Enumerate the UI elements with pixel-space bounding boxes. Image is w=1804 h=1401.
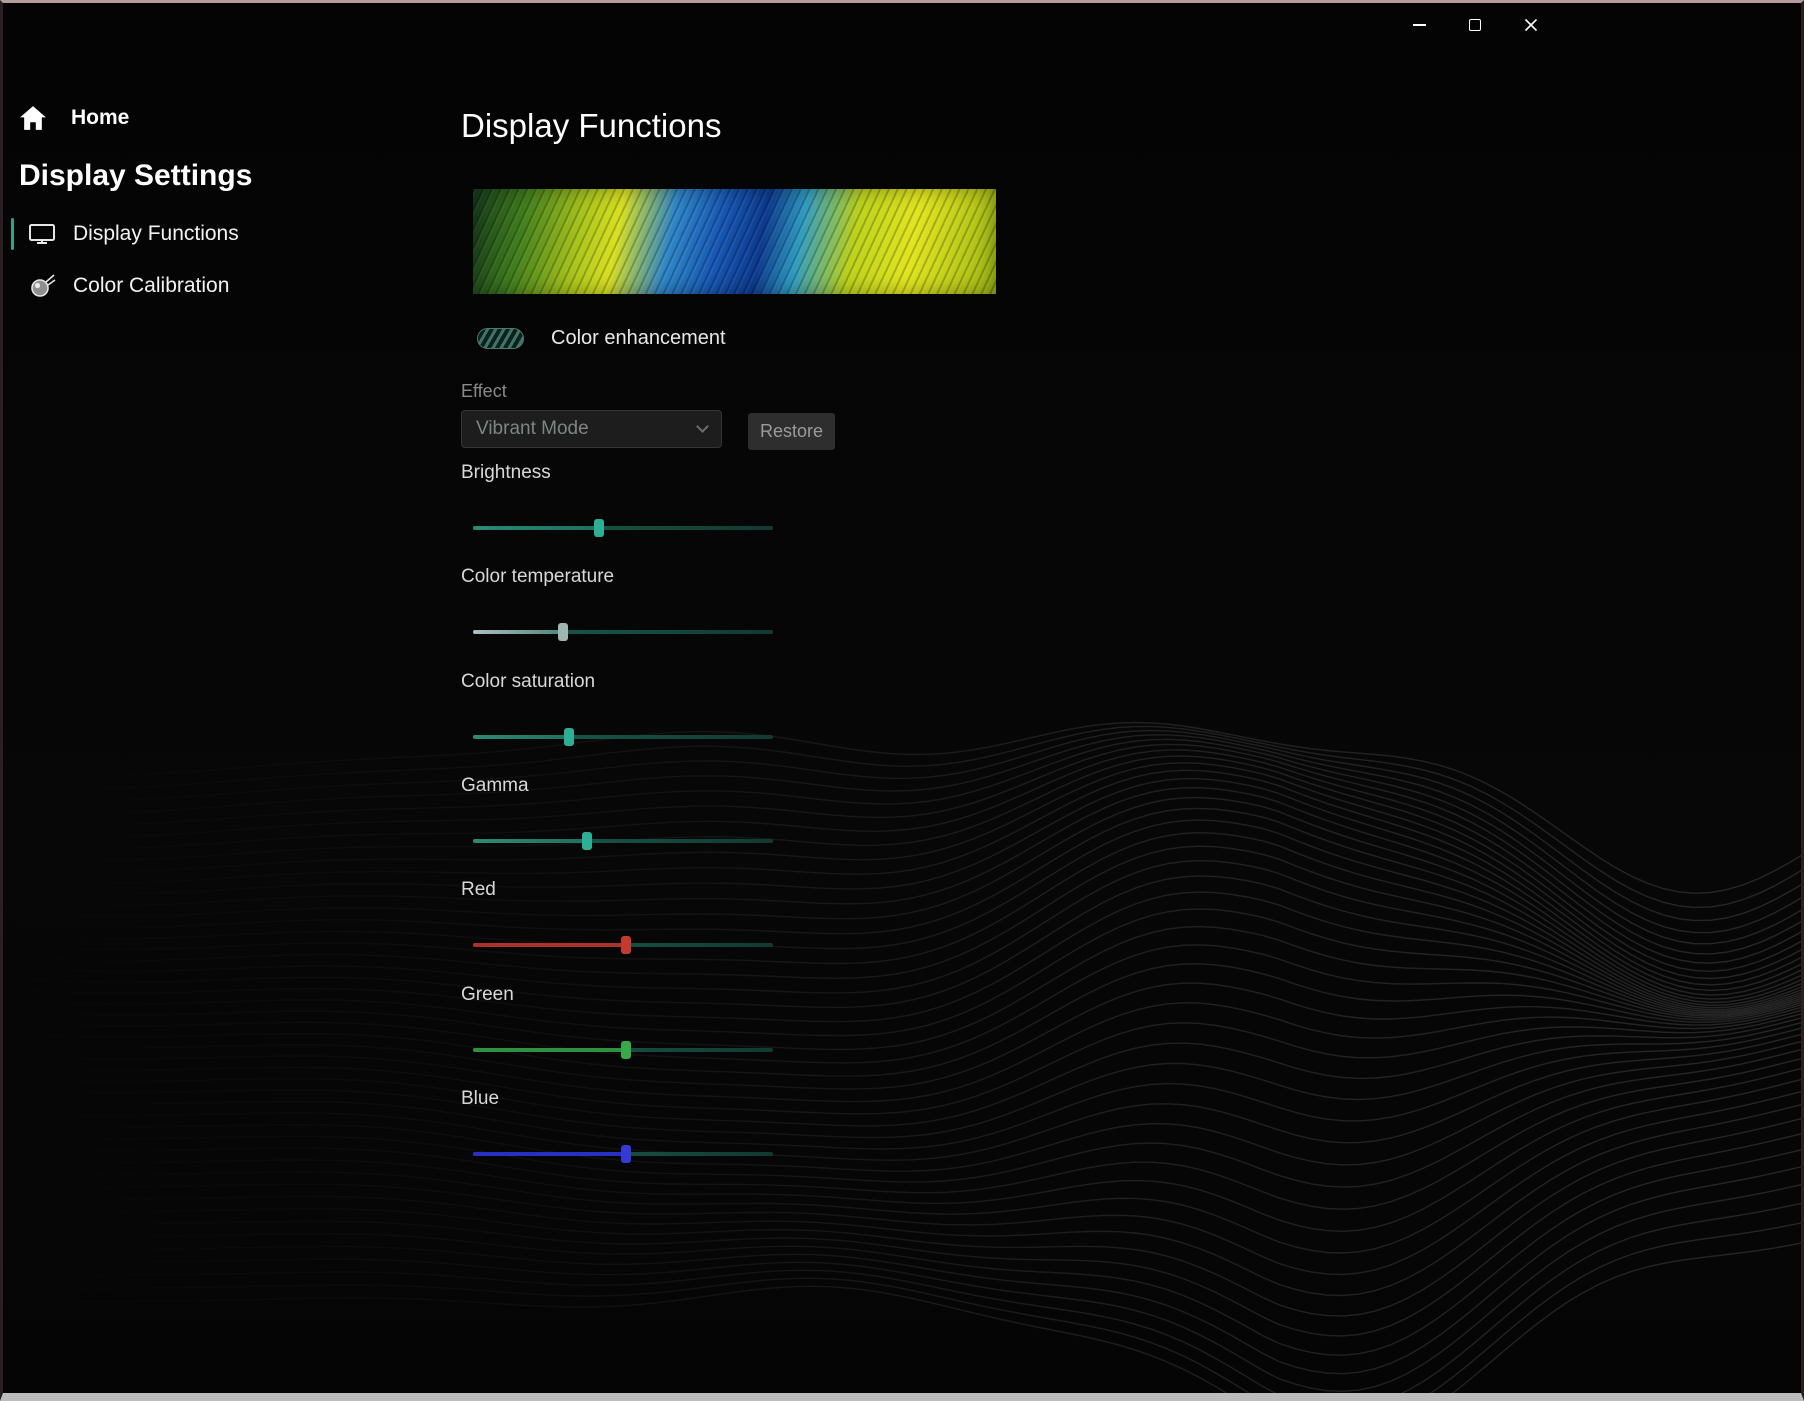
slider-fill xyxy=(473,839,587,843)
home-label: Home xyxy=(71,106,130,129)
red-slider[interactable] xyxy=(473,935,773,955)
window-controls xyxy=(1391,9,1559,41)
selected-indicator xyxy=(11,218,14,250)
blue-label: Blue xyxy=(461,1088,500,1109)
sidebar-item-label: Display Functions xyxy=(73,222,239,245)
slider-row-blue: Blue xyxy=(461,1088,791,1178)
effect-dropdown-value: Vibrant Mode xyxy=(476,418,589,439)
maximize-icon xyxy=(1469,19,1481,31)
sidebar-item-color-calibration[interactable]: Color Calibration xyxy=(11,266,371,306)
slider-fill xyxy=(473,526,599,530)
minimize-button[interactable] xyxy=(1391,9,1447,41)
color-enhancement-toggle[interactable] xyxy=(477,328,524,349)
color-saturation-label: Color saturation xyxy=(461,671,596,692)
green-slider[interactable] xyxy=(473,1040,773,1060)
slider-fill xyxy=(473,1152,626,1156)
gamma-label: Gamma xyxy=(461,775,529,796)
slider-row-brightness: Brightness xyxy=(461,462,791,552)
sidebar-item-display-functions[interactable]: Display Functions xyxy=(11,214,371,254)
color-saturation-slider[interactable] xyxy=(473,727,773,747)
blue-slider[interactable] xyxy=(473,1144,773,1164)
effect-dropdown[interactable]: Vibrant Mode xyxy=(461,410,722,448)
slider-row-red: Red xyxy=(461,879,791,969)
color-enhancement-label: Color enhancement xyxy=(551,327,726,349)
slider-thumb[interactable] xyxy=(558,623,568,641)
app-window: Home Display Settings Display Functions xyxy=(0,0,1804,1401)
close-icon xyxy=(1524,18,1538,32)
slider-row-color-temperature: Color temperature xyxy=(461,566,791,656)
calibration-icon xyxy=(27,273,57,299)
close-button[interactable] xyxy=(1503,9,1559,41)
brightness-slider[interactable] xyxy=(473,518,773,538)
color-enhancement-row: Color enhancement xyxy=(477,327,726,350)
sidebar-item-home[interactable]: Home xyxy=(19,105,129,131)
minimize-icon xyxy=(1412,24,1426,26)
home-icon xyxy=(20,106,46,130)
color-temperature-label: Color temperature xyxy=(461,566,615,587)
green-label: Green xyxy=(461,984,514,1005)
preview-image xyxy=(473,189,996,294)
color-temperature-slider[interactable] xyxy=(473,622,773,642)
effect-label: Effect xyxy=(461,381,507,401)
slider-row-color-saturation: Color saturation xyxy=(461,671,791,761)
slider-thumb[interactable] xyxy=(593,519,604,537)
slider-fill xyxy=(473,630,563,634)
brightness-label: Brightness xyxy=(461,462,551,483)
gamma-slider[interactable] xyxy=(473,831,773,851)
slider-fill xyxy=(473,735,569,739)
restore-button[interactable]: Restore xyxy=(748,413,835,450)
sidebar-item-label: Color Calibration xyxy=(73,274,230,297)
maximize-button[interactable] xyxy=(1447,9,1503,41)
slider-thumb[interactable] xyxy=(564,728,574,746)
slider-thumb[interactable] xyxy=(621,1145,631,1163)
slider-thumb[interactable] xyxy=(582,832,592,850)
chevron-down-icon xyxy=(696,420,709,433)
slider-row-green: Green xyxy=(461,984,791,1074)
slider-row-gamma: Gamma xyxy=(461,775,791,865)
slider-fill xyxy=(473,1048,626,1052)
sidebar-section-title: Display Settings xyxy=(19,159,253,192)
slider-fill xyxy=(473,943,626,947)
page-title: Display Functions xyxy=(461,107,722,144)
slider-thumb[interactable] xyxy=(621,936,631,954)
monitor-icon xyxy=(27,222,57,246)
red-label: Red xyxy=(461,879,496,900)
slider-thumb[interactable] xyxy=(621,1041,631,1059)
